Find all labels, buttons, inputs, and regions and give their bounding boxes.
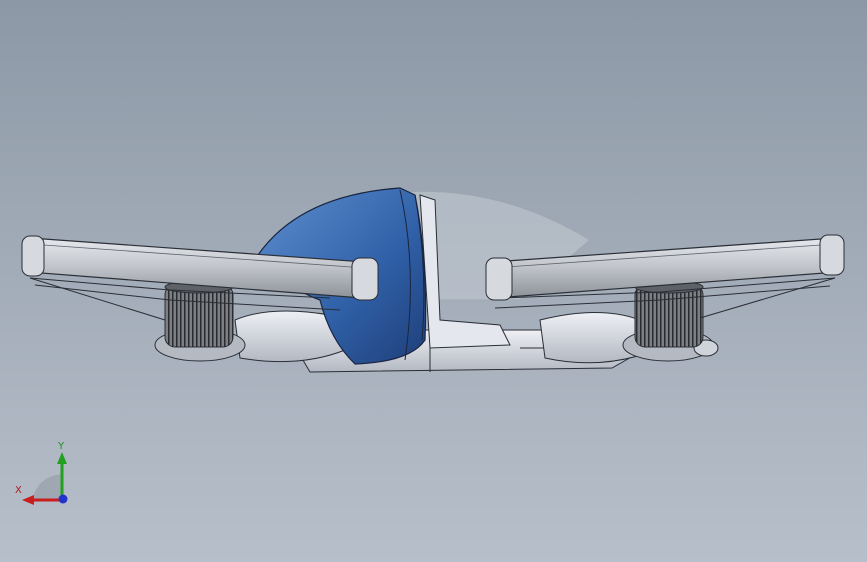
z-axis-dot <box>58 494 68 504</box>
axis-triad: Y X <box>10 438 80 508</box>
drone-model[interactable] <box>0 0 867 562</box>
triad-y-label: Y <box>58 441 65 452</box>
triad-x-label: X <box>15 485 22 496</box>
x-axis-arrow <box>22 495 34 505</box>
y-axis-arrow <box>57 452 67 464</box>
graphics-viewport[interactable]: Y X <box>0 0 867 562</box>
triad-plane <box>32 474 62 500</box>
triad-graphic <box>22 452 68 505</box>
